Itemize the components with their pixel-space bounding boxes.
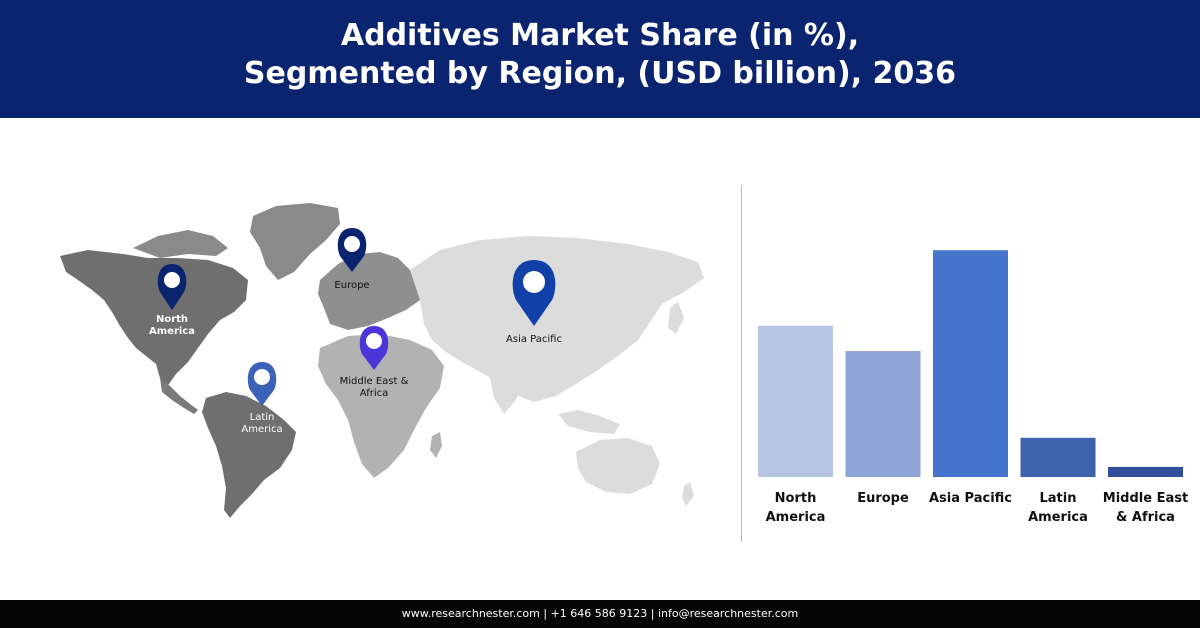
greenland-shape <box>250 203 340 280</box>
bar-asia-pacific <box>933 250 1008 477</box>
tick-label-middle-east-africa: Middle East & Africa <box>1103 491 1188 525</box>
pin-label-middle-east-africa: Middle East & Africa <box>339 376 409 399</box>
bar-latin-america <box>1020 437 1096 477</box>
australia-shape <box>576 438 660 494</box>
tick-label-north-america: North America <box>766 491 826 525</box>
bar-chart: North America Europe Asia Pacific Latin Ameri… <box>750 185 1200 545</box>
title-line-1: Additives Market Share (in %), <box>340 18 860 53</box>
pin-label-latin-america: Latin America <box>241 412 283 435</box>
south-america-shape <box>202 392 296 518</box>
world-map: North America Europe Asia Pacific Middle… <box>48 188 718 528</box>
footer-contact-text: www.researchnester.com | +1 646 586 9123… <box>401 607 799 620</box>
tick-label-latin-america: Latin America <box>1028 491 1088 525</box>
pin-label-europe: Europe <box>334 280 370 291</box>
madagascar-shape <box>430 432 442 458</box>
panel-divider <box>741 185 742 542</box>
pin-label-asia-pacific: Asia Pacific <box>506 334 562 345</box>
world-map-graphic <box>60 203 704 518</box>
pin-label-north-america: North America <box>149 314 195 337</box>
central-america-shape <box>160 378 198 414</box>
bar-north-america <box>758 325 833 477</box>
bar-chart-svg: North America Europe Asia Pacific Latin Ameri… <box>758 250 1188 525</box>
header-banner: Additives Market Share (in %), Segmented… <box>0 0 1200 118</box>
new-zealand-shape <box>682 482 694 506</box>
southeast-asia-shape <box>558 410 620 434</box>
tick-label-asia-pacific: Asia Pacific <box>929 491 1012 506</box>
tick-label-europe: Europe <box>857 491 909 506</box>
bar-europe <box>845 351 921 477</box>
japan-shape <box>668 302 684 334</box>
arctic-islands-shape <box>133 230 228 258</box>
asia-shape <box>410 236 704 402</box>
title-line-2: Segmented by Region, (USD billion), 2036 <box>243 56 957 91</box>
footer-bar: www.researchnester.com | +1 646 586 9123… <box>0 600 1200 628</box>
bar-middle-east-africa <box>1108 466 1183 477</box>
